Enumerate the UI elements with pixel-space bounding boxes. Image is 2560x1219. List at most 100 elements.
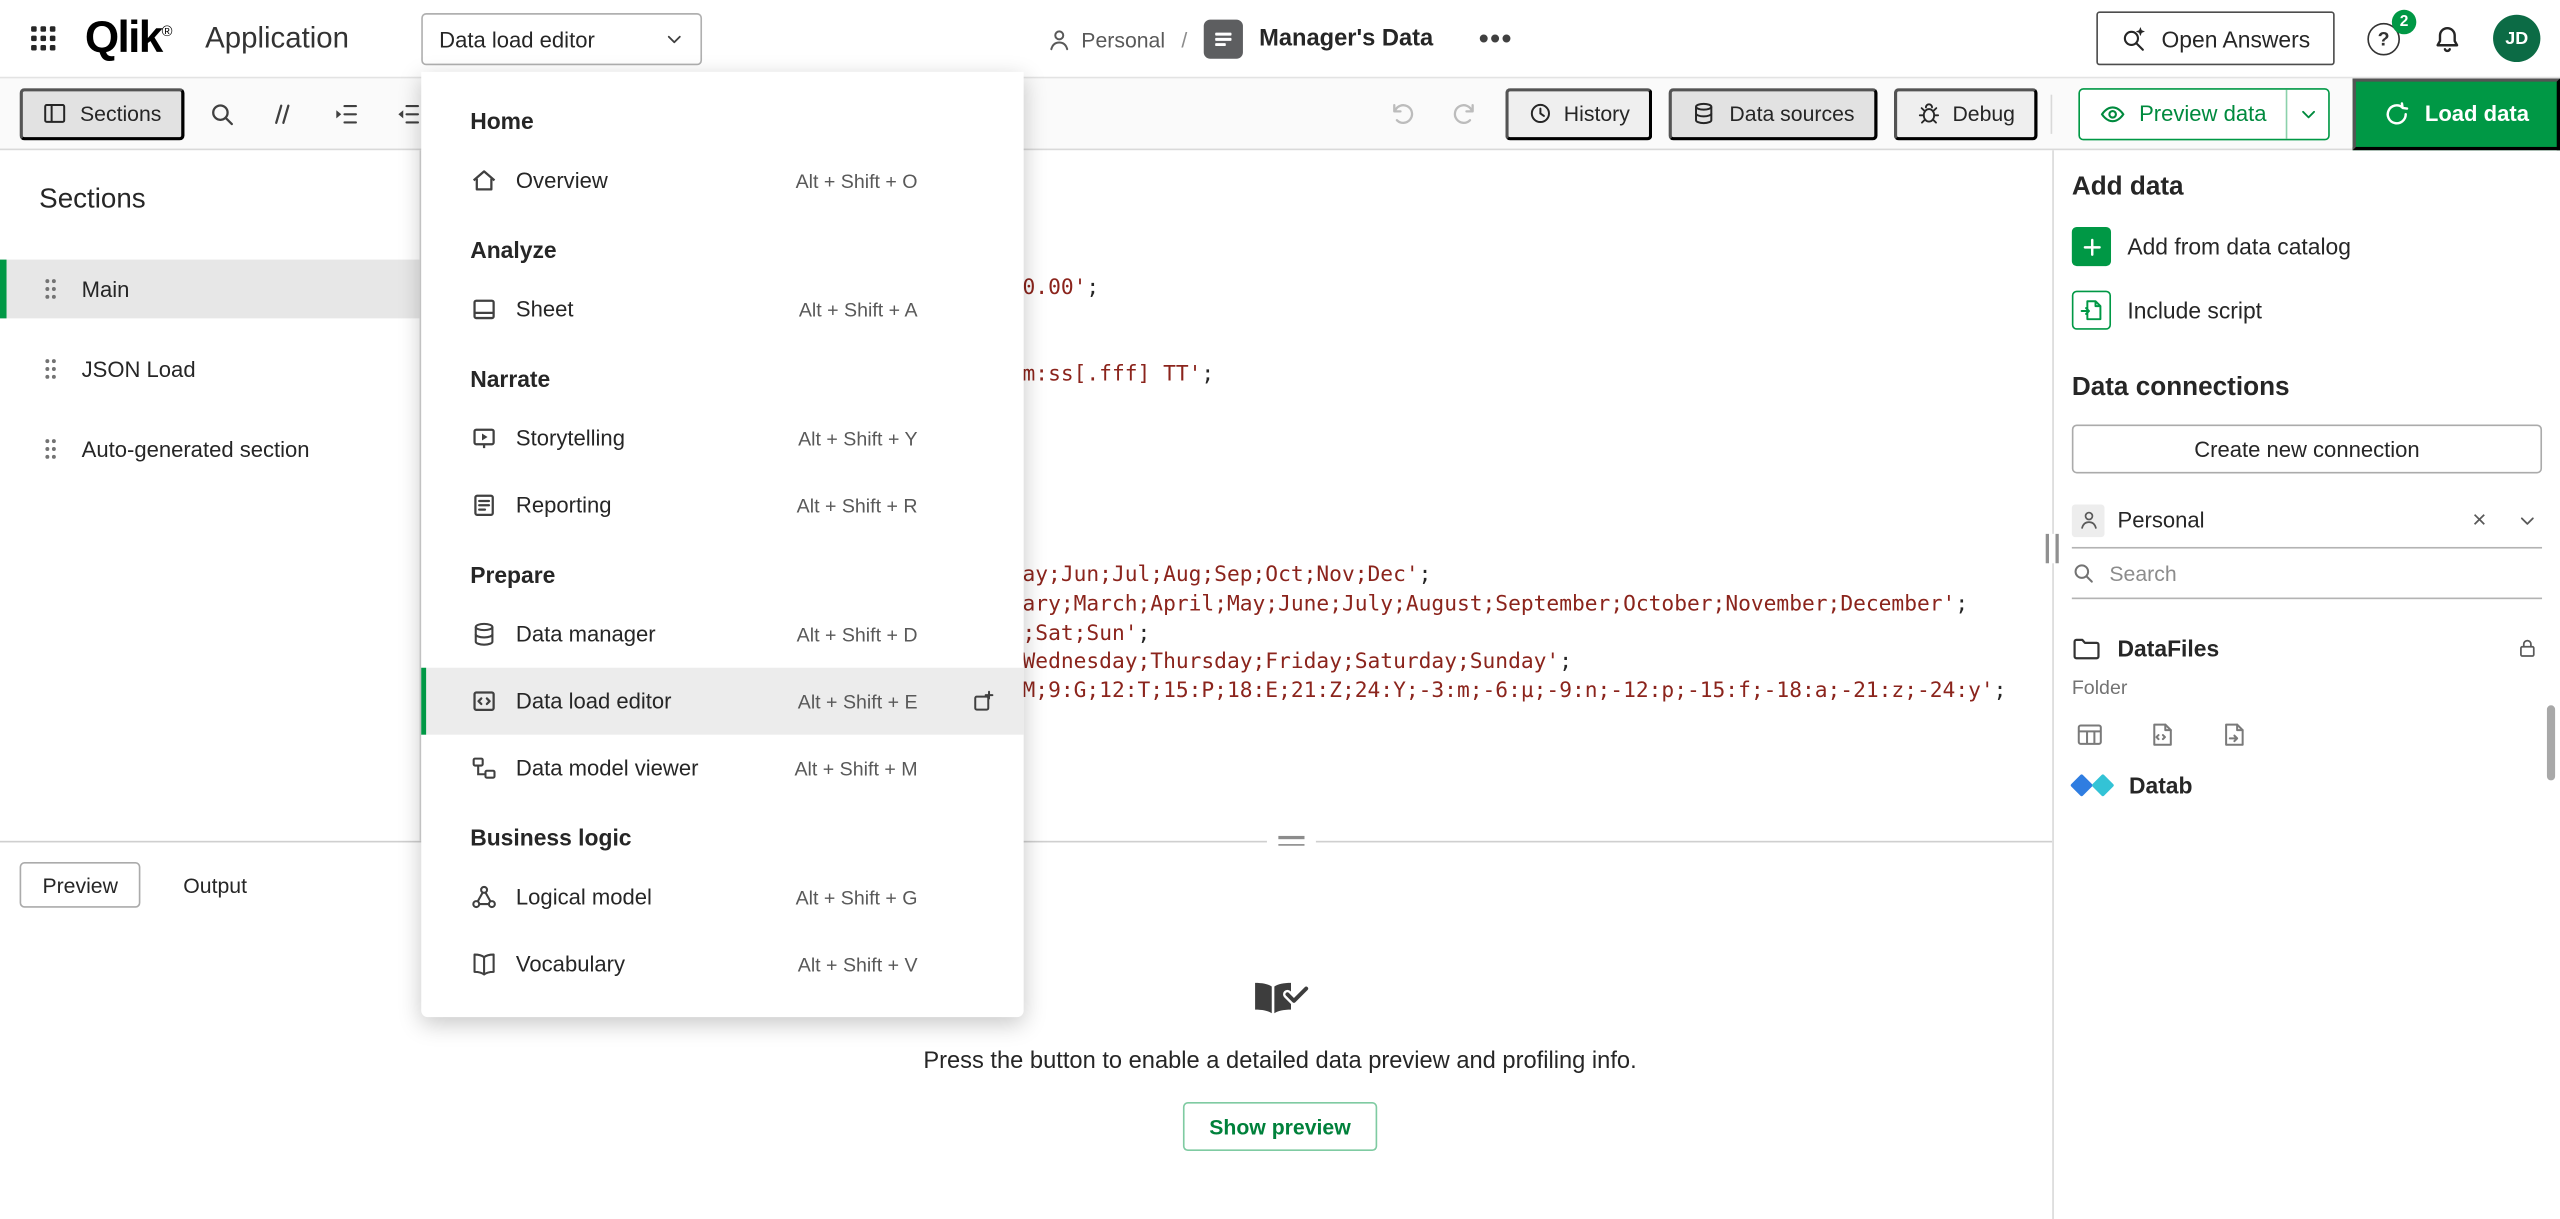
drag-handle-icon[interactable] [42, 276, 58, 302]
search-icon[interactable] [197, 89, 246, 138]
nav-item-label: Data manager [516, 622, 656, 646]
nav-item-icon [470, 424, 498, 452]
preview-hint-text: Press the button to enable a detailed da… [923, 1048, 1636, 1074]
search-small-icon [2072, 562, 2095, 585]
menu-section-header: Home [421, 85, 1023, 147]
debug-label: Debug [1952, 101, 2015, 125]
sections-list: Main JSON Load Auto-generated section [0, 260, 420, 479]
user-avatar[interactable]: JD [2493, 15, 2540, 62]
include-script-row[interactable]: Include script [2054, 291, 2560, 330]
nav-item-label: Logical model [516, 885, 652, 909]
breadcrumb-space[interactable]: Personal [1081, 27, 1165, 51]
section-list-item[interactable]: Auto-generated section [0, 420, 420, 479]
undo-icon[interactable] [1378, 89, 1427, 138]
redo-icon[interactable] [1440, 89, 1489, 138]
preview-data-button[interactable]: Preview data [2080, 89, 2286, 138]
nav-menu-item[interactable]: Sheet Alt + Shift + A [421, 276, 1023, 343]
more-options-icon[interactable]: ••• [1479, 23, 1513, 56]
menu-section-header: Business logic [421, 802, 1023, 864]
sections-toggle-button[interactable]: Sections [20, 87, 185, 139]
nav-menu-item[interactable]: Data model viewer Alt + Shift + M [421, 735, 1023, 802]
nav-menu-item[interactable]: Data manager Alt + Shift + D [421, 601, 1023, 668]
drag-handle-icon[interactable] [42, 356, 58, 382]
diamond-logo-blue-icon [2070, 774, 2093, 797]
create-connection-button[interactable]: Create new connection [2072, 424, 2542, 473]
app-launcher-icon[interactable] [20, 16, 66, 62]
nav-item-icon [470, 883, 498, 911]
comment-icon[interactable] [259, 89, 308, 138]
clear-space-filter-icon[interactable]: × [2472, 508, 2486, 532]
nav-menu-item[interactable]: Data load editor Alt + Shift + E [421, 668, 1023, 735]
data-sources-label: Data sources [1729, 101, 1854, 125]
indent-icon[interactable] [321, 89, 370, 138]
section-list-item[interactable]: Main [0, 260, 420, 319]
section-list-item[interactable]: JSON Load [0, 340, 420, 399]
panel-splitter-handle[interactable] [2046, 534, 2059, 563]
panel-resize-handle[interactable] [1267, 829, 1316, 852]
breadcrumb-separator: / [1181, 27, 1187, 51]
space-chevron-down-icon[interactable] [2518, 510, 2538, 530]
data-sources-button[interactable]: Data sources [1669, 87, 1877, 139]
nav-item-shortcut: Alt + Shift + D [797, 623, 918, 646]
tab-preview[interactable]: Preview [20, 862, 141, 908]
export-connection-icon[interactable] [2219, 720, 2248, 749]
nav-menu-item[interactable]: Reporting Alt + Shift + R [421, 472, 1023, 539]
drag-handle-icon[interactable] [42, 436, 58, 462]
reload-icon [2384, 100, 2410, 126]
section-name: Auto-generated section [82, 437, 310, 461]
connection-search-row [2072, 549, 2542, 600]
edit-script-icon[interactable] [2147, 720, 2176, 749]
history-button[interactable]: History [1505, 87, 1653, 139]
scrollbar-thumb[interactable] [2547, 705, 2555, 780]
nav-menu-item[interactable]: Logical model Alt + Shift + G [421, 864, 1023, 931]
show-preview-button[interactable]: Show preview [1183, 1102, 1377, 1151]
open-answers-button[interactable]: Open Answers [2096, 11, 2334, 65]
menu-section-header: Analyze [421, 214, 1023, 276]
tab-output[interactable]: Output [183, 873, 247, 897]
connection-item-datafiles[interactable]: DataFiles [2054, 622, 2560, 674]
preview-data-split-button: Preview data [2079, 87, 2331, 139]
nav-menu-item[interactable]: Storytelling Alt + Shift + Y [421, 405, 1023, 472]
open-in-new-tab-icon[interactable] [971, 689, 995, 713]
view-selector-dropdown[interactable]: Data load editor [421, 13, 702, 65]
nav-item-icon [470, 296, 498, 324]
nav-item-icon [470, 754, 498, 782]
help-button[interactable]: ? 2 [2366, 20, 2402, 56]
nav-item-label: Sheet [516, 297, 574, 321]
clock-icon [1528, 101, 1552, 125]
debug-button[interactable]: Debug [1894, 87, 2038, 139]
menu-section-header: Prepare [421, 539, 1023, 601]
include-script-icon [2072, 291, 2111, 330]
nav-item-shortcut: Alt + Shift + O [796, 169, 918, 192]
data-preview-panel: Preview Output Press the button to enabl… [0, 841, 2052, 1219]
editor-toolbar: Sections History Data sources Debug [0, 78, 2560, 150]
connection-type: Folder [2054, 676, 2560, 699]
add-from-catalog-row[interactable]: Add from data catalog [2054, 227, 2560, 266]
include-script-label: Include script [2127, 297, 2262, 323]
load-data-label: Load data [2425, 101, 2529, 125]
nav-item-icon [470, 167, 498, 195]
add-data-title: Add data [2054, 150, 2560, 202]
nav-menu-item[interactable]: Vocabulary Alt + Shift + V [421, 931, 1023, 998]
nav-item-label: Data load editor [516, 689, 672, 713]
breadcrumb: Personal / Manager's Data ••• [1047, 0, 1513, 78]
nav-item-icon [470, 687, 498, 715]
product-label: Application [205, 21, 349, 55]
select-data-table-icon[interactable] [2075, 720, 2104, 749]
app-icon [1204, 20, 1243, 59]
space-filter-value: Personal [2118, 508, 2205, 532]
connection-item-partial[interactable]: Datab [2054, 772, 2560, 798]
navigation-dropdown-menu: Home Overview Alt + Shift + O Analyze Sh… [421, 72, 1023, 1017]
nav-item-icon [470, 491, 498, 519]
connection-search-input[interactable] [2109, 561, 2436, 585]
nav-item-shortcut: Alt + Shift + R [797, 494, 918, 517]
nav-item-icon [470, 950, 498, 978]
nav-menu-item[interactable]: Overview Alt + Shift + O [421, 147, 1023, 214]
preview-data-caret[interactable] [2286, 89, 2328, 138]
notifications-bell-icon[interactable] [2433, 24, 2462, 53]
connection-name: DataFiles [2118, 635, 2220, 661]
load-data-button[interactable]: Load data [2353, 78, 2560, 150]
space-filter-select[interactable]: Personal × [2072, 498, 2542, 549]
registered-mark: ® [162, 23, 173, 39]
nav-item-label: Overview [516, 168, 608, 192]
